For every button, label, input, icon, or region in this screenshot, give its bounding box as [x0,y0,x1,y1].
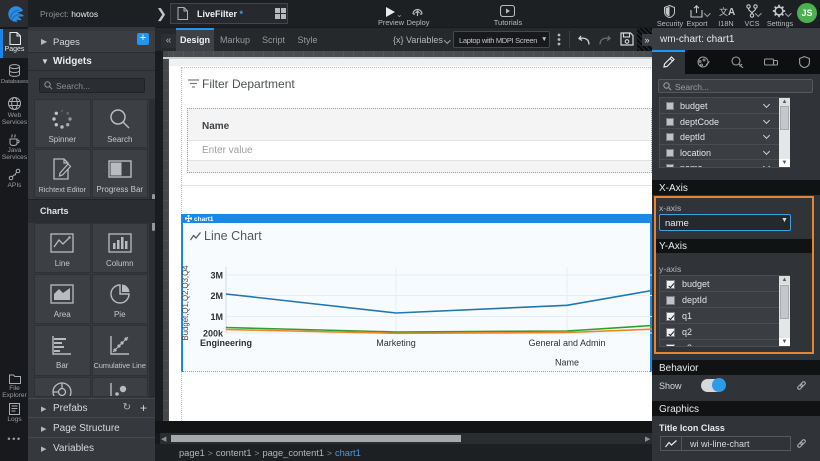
svg-text:1M: 1M [210,312,223,322]
svg-text:Marketing: Marketing [376,338,416,348]
svg-text:3M: 3M [210,271,223,281]
svg-text:Budget,Q1,Q2,Q3,Q4: Budget,Q1,Q2,Q3,Q4 [181,265,190,341]
svg-text:General and Admin: General and Admin [528,338,605,348]
svg-text:Name: Name [555,358,579,368]
svg-text:200k: 200k [203,329,224,339]
svg-text:Engineering: Engineering [200,338,252,348]
svg-text:2M: 2M [210,291,223,301]
